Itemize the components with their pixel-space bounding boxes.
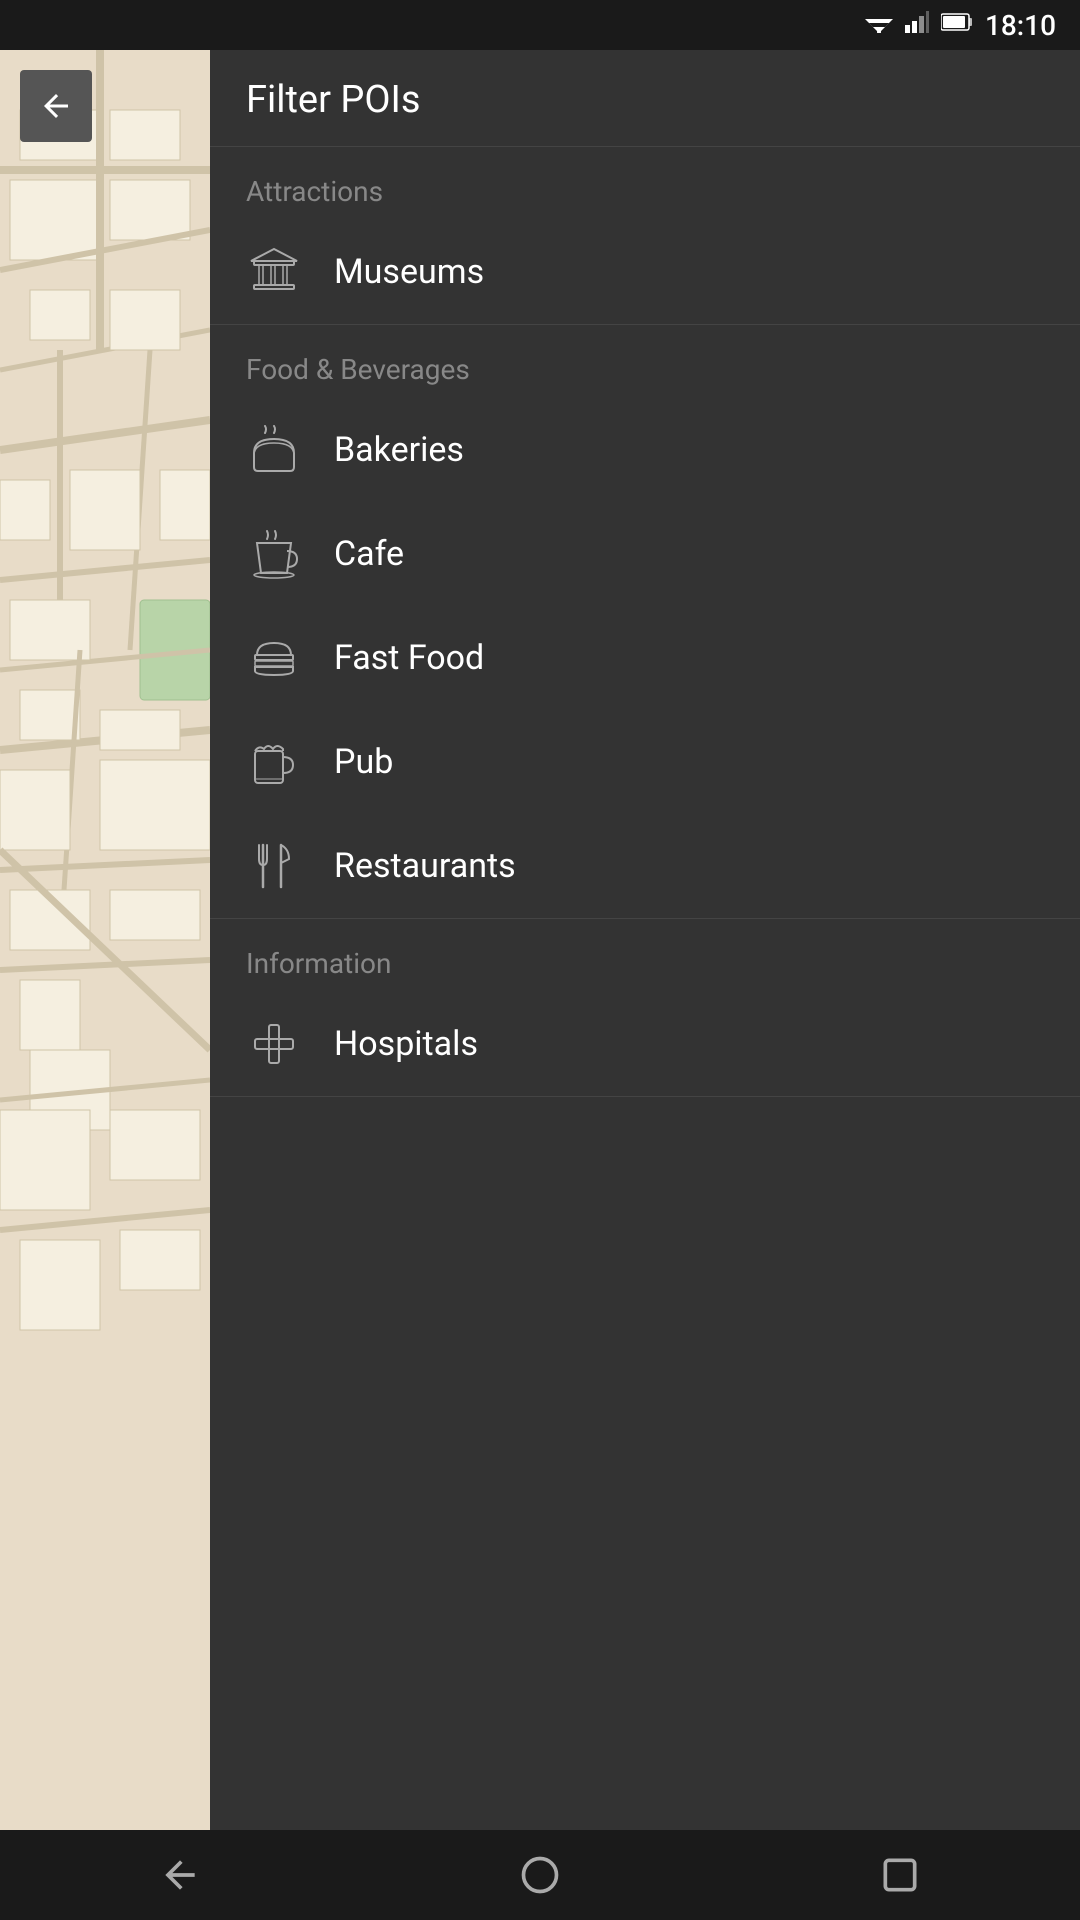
section-information: Information Hospitals [210,919,1080,1097]
hospital-icon [246,1016,302,1072]
menu-label-restaurants: Restaurants [334,846,516,886]
menu-item-bakeries[interactable]: Bakeries [210,398,1080,502]
wifi-icon [865,11,893,39]
menu-label-cafe: Cafe [334,534,404,574]
status-bar: 18:10 [0,0,1080,50]
map-panel [0,50,210,1830]
section-attractions: Attractions Museums [210,147,1080,325]
bakery-icon [246,422,302,478]
menu-item-restaurants[interactable]: Restaurants [210,814,1080,918]
menu-label-bakeries: Bakeries [334,430,464,470]
battery-icon [941,11,973,39]
museum-icon [246,244,302,300]
cafe-icon [246,526,302,582]
section-label-attractions: Attractions [210,147,1080,220]
back-button[interactable] [20,70,92,142]
menu-item-hospitals[interactable]: Hospitals [210,992,1080,1096]
menu-label-fast-food: Fast Food [334,638,484,678]
filter-title: Filter POIs [246,78,420,122]
nav-bar [0,1830,1080,1920]
nav-back-button[interactable] [158,1853,202,1897]
menu-item-pub[interactable]: Pub [210,710,1080,814]
filter-header: Filter POIs [210,50,1080,147]
section-label-information: Information [210,919,1080,992]
signal-icon [905,11,929,39]
fast-food-icon [246,630,302,686]
nav-home-button[interactable] [518,1853,562,1897]
menu-label-pub: Pub [334,742,393,782]
menu-item-cafe[interactable]: Cafe [210,502,1080,606]
restaurant-icon [246,838,302,894]
section-label-food: Food & Beverages [210,325,1080,398]
status-time: 18:10 [985,9,1056,42]
nav-recents-button[interactable] [878,1853,922,1897]
pub-icon [246,734,302,790]
filter-panel: Filter POIs Attractions Museums [210,50,1080,1830]
menu-item-museums[interactable]: Museums [210,220,1080,324]
section-food-beverages: Food & Beverages Bakeries [210,325,1080,919]
menu-label-museums: Museums [334,252,484,292]
menu-item-fast-food[interactable]: Fast Food [210,606,1080,710]
menu-label-hospitals: Hospitals [334,1024,478,1064]
